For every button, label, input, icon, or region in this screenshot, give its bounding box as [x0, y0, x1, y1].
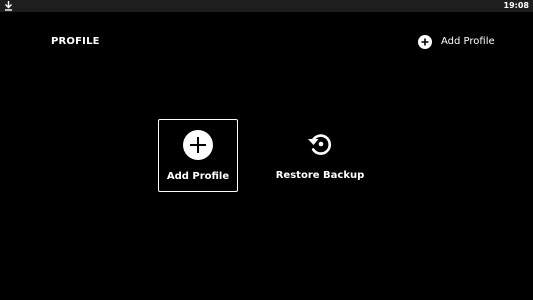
header-add-profile-label: Add Profile [441, 36, 495, 47]
plus-circle-icon [183, 130, 213, 160]
add-profile-card-label: Add Profile [166, 171, 230, 182]
download-icon [5, 1, 12, 11]
plus-circle-icon [418, 35, 432, 49]
restore-icon [308, 134, 332, 155]
restore-backup-card[interactable]: Restore Backup [272, 119, 368, 192]
status-time: 19:08 [503, 1, 529, 10]
add-profile-card[interactable]: Add Profile [158, 119, 238, 192]
header-add-profile-button[interactable]: Add Profile [418, 34, 495, 50]
restore-backup-card-label: Restore Backup [275, 170, 365, 181]
page-title: PROFILE [51, 36, 100, 47]
status-bar: 19:08 [0, 0, 533, 12]
